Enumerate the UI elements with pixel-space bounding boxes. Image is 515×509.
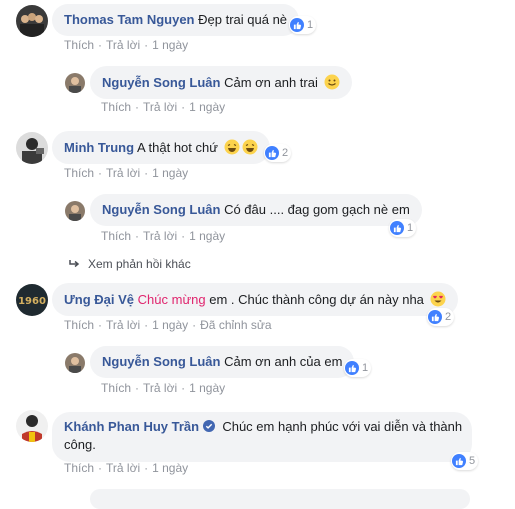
reaction-count[interactable]: 1: [344, 359, 372, 377]
reaction-count[interactable]: 2: [264, 144, 292, 162]
laugh-emoji-icon: [224, 139, 240, 155]
avatar[interactable]: [16, 410, 48, 442]
reply-link[interactable]: Trả lời: [106, 166, 140, 180]
smile-emoji-icon: [324, 74, 339, 90]
reply-link[interactable]: Trả lời: [143, 100, 177, 114]
reply-link[interactable]: Trả lời: [106, 38, 140, 52]
like-icon: [265, 146, 279, 160]
commenter-name[interactable]: Khánh Phan Huy Trần: [64, 419, 199, 434]
like-link[interactable]: Thích: [101, 229, 131, 243]
comment-text: A thật hot chứ: [136, 140, 218, 155]
commenter-name[interactable]: Nguyễn Song Luân: [102, 354, 220, 369]
commenter-name[interactable]: Nguyễn Song Luân: [102, 75, 220, 90]
timestamp[interactable]: 1 ngày: [152, 166, 188, 180]
avatar[interactable]: [65, 201, 85, 221]
svg-text:1960: 1960: [18, 296, 46, 307]
heart-eyes-emoji-icon: [430, 291, 446, 307]
like-link[interactable]: Thích: [101, 100, 131, 114]
like-icon: [452, 454, 466, 468]
highlighted-text[interactable]: Chúc mừng: [138, 292, 206, 307]
commenter-name[interactable]: Ưng Đại Vệ: [64, 292, 134, 307]
like-icon: [345, 361, 359, 375]
comment-text: Cảm ơn anh trai: [224, 75, 318, 90]
comment-actions: Thích · Trả lời · 1 ngày: [64, 166, 189, 180]
comment-actions: Thích · Trả lời · 1 ngày: [101, 381, 226, 395]
verified-badge-icon: [202, 420, 215, 432]
reaction-count[interactable]: 2: [427, 308, 455, 326]
comment-text: em . Chúc thành công dự án này nha: [209, 292, 424, 307]
comment-text-line2: công.: [64, 437, 96, 452]
reaction-count[interactable]: 1: [389, 219, 417, 237]
like-link[interactable]: Thích: [64, 166, 94, 180]
partial-comment-bubble: [90, 489, 470, 509]
like-link[interactable]: Thích: [64, 461, 94, 475]
comment-bubble: Thomas Tam Nguyen Đẹp trai quá nè: [52, 4, 300, 36]
comment-actions: Thích · Trả lời · 1 ngày: [101, 229, 226, 243]
avatar[interactable]: [65, 353, 85, 373]
comment-actions: Thích · Trả lời · 1 ngày: [101, 100, 226, 114]
like-link[interactable]: Thích: [64, 318, 94, 332]
like-icon: [290, 18, 304, 32]
reaction-count[interactable]: 1: [289, 16, 317, 34]
comment-bubble: Minh Trung A thật hot chứ: [52, 131, 270, 164]
reply-link[interactable]: Trả lời: [143, 229, 177, 243]
avatar[interactable]: 1960: [16, 284, 48, 316]
commenter-name[interactable]: Nguyễn Song Luân: [102, 202, 220, 217]
comment-text: Có đâu .... đag gom gạch nè em: [224, 202, 410, 217]
like-link[interactable]: Thích: [101, 381, 131, 395]
commenter-name[interactable]: Thomas Tam Nguyen: [64, 12, 195, 27]
like-icon: [390, 221, 404, 235]
comment-text: Đẹp trai quá nè: [198, 12, 288, 27]
avatar[interactable]: [16, 5, 48, 37]
timestamp[interactable]: 1 ngày: [152, 38, 188, 52]
reply-link[interactable]: Trả lời: [106, 318, 140, 332]
comment-text: Chúc em hạnh phúc với vai diễn và thành: [222, 419, 463, 434]
timestamp[interactable]: 1 ngày: [189, 229, 225, 243]
avatar[interactable]: [65, 73, 85, 93]
commenter-name[interactable]: Minh Trung: [64, 140, 134, 155]
like-link[interactable]: Thích: [64, 38, 94, 52]
timestamp[interactable]: 1 ngày: [152, 318, 188, 332]
edited-label[interactable]: Đã chỉnh sửa: [200, 318, 271, 332]
avatar[interactable]: [16, 132, 48, 164]
reply-arrow-icon: [69, 260, 80, 268]
comment-bubble: Nguyễn Song Luân Cảm ơn anh trai: [90, 66, 352, 99]
timestamp[interactable]: 1 ngày: [152, 461, 188, 475]
reaction-count[interactable]: 5: [451, 452, 479, 470]
comment-bubble: Nguyễn Song Luân Cảm ơn anh của em: [90, 346, 355, 378]
reply-link[interactable]: Trả lời: [143, 381, 177, 395]
comment-bubble: Ưng Đại Vệ Chúc mừng em . Chúc thành côn…: [52, 283, 458, 316]
comment-bubble: Khánh Phan Huy Trần Chúc em hạnh phúc vớ…: [52, 412, 472, 462]
comment-text: Cảm ơn anh của em: [224, 354, 343, 369]
laugh-emoji-icon: [242, 139, 258, 155]
comment-bubble: Nguyễn Song Luân Có đâu .... đag gom gạc…: [90, 194, 422, 226]
comment-actions: Thích · Trả lời · 1 ngày: [64, 38, 189, 52]
timestamp[interactable]: 1 ngày: [189, 100, 225, 114]
like-icon: [428, 310, 442, 324]
comment-actions: Thích · Trả lời · 1 ngày: [64, 461, 189, 475]
reply-link[interactable]: Trả lời: [106, 461, 140, 475]
timestamp[interactable]: 1 ngày: [189, 381, 225, 395]
view-more-replies[interactable]: Xem phản hồi khác: [68, 257, 191, 271]
comment-actions: Thích · Trả lời · 1 ngày · Đã chỉnh sửa: [64, 318, 272, 332]
